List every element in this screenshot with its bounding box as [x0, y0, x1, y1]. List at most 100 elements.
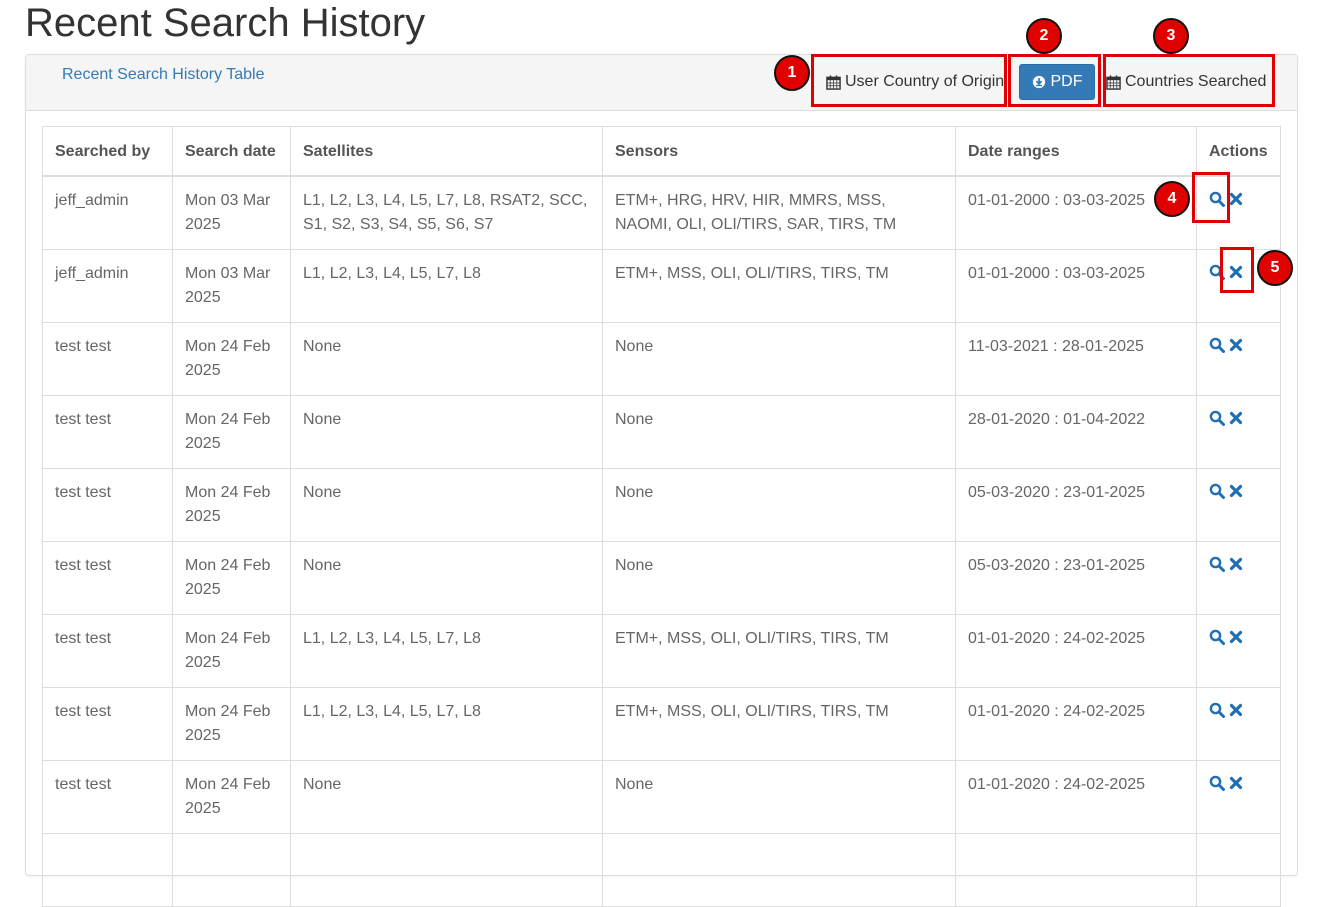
table-row: test test Mon 24 Feb 2025 None None 28-01-20…: [42, 394, 1281, 469]
search-icon[interactable]: [1209, 556, 1225, 573]
annotation-marker-1: 1: [774, 55, 810, 91]
cell-searched-by: jeff_admin: [42, 175, 173, 250]
search-icon[interactable]: [1209, 337, 1225, 354]
countries-searched-button[interactable]: Countries Searched: [1106, 63, 1266, 101]
cell-satellites: None: [290, 759, 603, 834]
cell-search-date: Mon 24 Feb 2025: [172, 613, 291, 688]
panel-heading: Recent Search History Table User Country…: [26, 55, 1297, 111]
cell-satellites: L1, L2, L3, L4, L5, L7, L8: [290, 686, 603, 761]
cell-satellites: None: [290, 394, 603, 469]
column-header-searched-by[interactable]: Searched by: [42, 126, 173, 177]
table-row: jeff_admin Mon 03 Mar 2025 L1, L2, L3, L4,…: [42, 248, 1281, 323]
search-history-table: Searched by Search date Satellites Senso…: [42, 126, 1281, 907]
annotation-marker-2: 2: [1026, 18, 1062, 54]
cell-search-date: Mon 24 Feb 2025: [172, 394, 291, 469]
search-icon[interactable]: [1209, 775, 1225, 792]
cell-sensors: None: [602, 759, 956, 834]
cell-satellites: L1, L2, L3, L4, L5, L7, L8, RSAT2, SCC, …: [290, 175, 603, 250]
cell-satellites: None: [290, 467, 603, 542]
cell-searched-by: jeff_admin: [42, 248, 173, 323]
history-table-tab[interactable]: Recent Search History Table: [62, 66, 264, 84]
cell-searched-by: test test: [42, 686, 173, 761]
cell-search-date: Mon 24 Feb 2025: [172, 686, 291, 761]
table-row: test test Mon 24 Feb 2025 None None 11-03-20…: [42, 321, 1281, 396]
cell-actions: [1196, 394, 1281, 469]
table-row: test test Mon 24 Feb 2025 None None 05-03-20…: [42, 467, 1281, 542]
table-row: test test Mon 24 Feb 2025 L1, L2, L3, L4, …: [42, 686, 1281, 761]
column-header-actions: Actions: [1196, 126, 1281, 177]
cell-search-date: Mon 24 Feb 2025: [172, 467, 291, 542]
search-icon[interactable]: [1209, 629, 1225, 646]
cell-date-range: 01-01-2020 : 24-02-2025: [955, 686, 1197, 761]
cell-sensors: None: [602, 540, 956, 615]
cell-sensors: None: [602, 394, 956, 469]
delete-icon[interactable]: [1228, 264, 1244, 280]
cell-date-range: [955, 832, 1197, 907]
delete-icon[interactable]: [1228, 775, 1244, 791]
cell-search-date: Mon 24 Feb 2025: [172, 759, 291, 834]
cell-actions: [1196, 175, 1281, 250]
cell-satellites: None: [290, 321, 603, 396]
cell-actions: [1196, 467, 1281, 542]
cell-date-range: 01-01-2020 : 24-02-2025: [955, 613, 1197, 688]
calendar-icon: [826, 74, 841, 90]
delete-icon[interactable]: [1228, 337, 1244, 353]
cell-search-date: Mon 03 Mar 2025: [172, 175, 291, 250]
cell-sensors: None: [602, 321, 956, 396]
column-header-search-date[interactable]: Search date: [172, 126, 291, 177]
cell-date-range: 05-03-2020 : 23-01-2025: [955, 540, 1197, 615]
table-row: [42, 832, 1281, 907]
search-icon[interactable]: [1209, 483, 1225, 500]
column-header-sensors[interactable]: Sensors: [602, 126, 956, 177]
pdf-button[interactable]: PDF: [1019, 64, 1095, 100]
column-header-date-ranges[interactable]: Date ranges: [955, 126, 1197, 177]
cell-actions: [1196, 613, 1281, 688]
cell-search-date: Mon 03 Mar 2025: [172, 248, 291, 323]
cell-search-date: Mon 24 Feb 2025: [172, 540, 291, 615]
annotation-marker-4: 4: [1154, 181, 1190, 217]
cell-satellites: L1, L2, L3, L4, L5, L7, L8: [290, 248, 603, 323]
cell-searched-by: test test: [42, 467, 173, 542]
delete-icon[interactable]: [1228, 556, 1244, 572]
table-row: test test Mon 24 Feb 2025 None None 05-03-20…: [42, 540, 1281, 615]
cell-satellites: None: [290, 540, 603, 615]
delete-icon[interactable]: [1228, 410, 1244, 426]
calendar-icon: [1106, 74, 1121, 90]
history-table-wrap: Searched by Search date Satellites Senso…: [42, 126, 1281, 907]
column-header-satellites[interactable]: Satellites: [290, 126, 603, 177]
download-icon: [1032, 75, 1045, 89]
cell-searched-by: test test: [42, 540, 173, 615]
annotation-marker-3: 3: [1153, 18, 1189, 54]
user-country-of-origin-label: User Country of Origin: [845, 73, 1005, 90]
cell-date-range: 11-03-2021 : 28-01-2025: [955, 321, 1197, 396]
delete-icon[interactable]: [1228, 483, 1244, 499]
table-body: jeff_admin Mon 03 Mar 2025 L1, L2, L3, L4,…: [42, 175, 1281, 907]
cell-sensors: None: [602, 467, 956, 542]
cell-search-date: [172, 832, 291, 907]
cell-satellites: L1, L2, L3, L4, L5, L7, L8: [290, 613, 603, 688]
delete-icon[interactable]: [1228, 629, 1244, 645]
user-country-of-origin-button[interactable]: User Country of Origin: [826, 63, 1004, 101]
search-icon[interactable]: [1209, 264, 1225, 281]
cell-satellites: [290, 832, 603, 907]
search-icon[interactable]: [1209, 191, 1225, 208]
cell-sensors: [602, 832, 956, 907]
annotation-marker-5: 5: [1257, 250, 1293, 286]
delete-icon[interactable]: [1228, 191, 1244, 207]
cell-searched-by: [42, 832, 173, 907]
search-icon[interactable]: [1209, 702, 1225, 719]
cell-searched-by: test test: [42, 613, 173, 688]
search-icon[interactable]: [1209, 410, 1225, 427]
cell-date-range: 28-01-2020 : 01-04-2022: [955, 394, 1197, 469]
cell-actions: [1196, 832, 1281, 907]
cell-sensors: ETM+, MSS, OLI, OLI/TIRS, TIRS, TM: [602, 248, 956, 323]
cell-searched-by: test test: [42, 759, 173, 834]
cell-date-range: 01-01-2020 : 24-02-2025: [955, 759, 1197, 834]
cell-searched-by: test test: [42, 394, 173, 469]
table-row: jeff_admin Mon 03 Mar 2025 L1, L2, L3, L4,…: [42, 175, 1281, 250]
cell-actions: [1196, 686, 1281, 761]
cell-date-range: 01-01-2000 : 03-03-2025: [955, 248, 1197, 323]
table-row: test test Mon 24 Feb 2025 L1, L2, L3, L4, …: [42, 613, 1281, 688]
delete-icon[interactable]: [1228, 702, 1244, 718]
table-header-row: Searched by Search date Satellites Senso…: [42, 126, 1281, 177]
